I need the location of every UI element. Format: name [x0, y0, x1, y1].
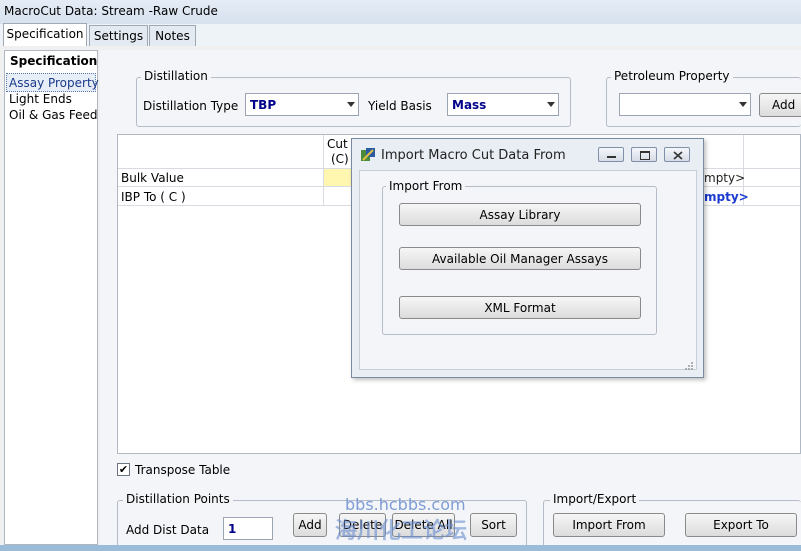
close-icon	[673, 151, 683, 160]
maximize-button[interactable]	[631, 147, 657, 162]
sort-dist-button[interactable]: Sort	[470, 513, 517, 537]
dist-points-label: Distillation Points	[123, 492, 233, 506]
window-title: MacroCut Data: Stream -Raw Crude	[4, 4, 218, 18]
import-export-label: Import/Export	[550, 492, 640, 506]
assay-library-button[interactable]: Assay Library	[399, 203, 641, 226]
yield-basis-value: Mass	[452, 98, 487, 112]
yield-basis-select[interactable]: Mass	[447, 93, 559, 116]
tab-notes[interactable]: Notes	[149, 25, 196, 46]
bottom-border	[0, 545, 801, 551]
watermark-forum-name: 海川化工论坛	[335, 519, 468, 544]
transpose-label: Transpose Table	[135, 463, 231, 477]
table-cell-empty[interactable]: mpty>	[704, 171, 745, 185]
transpose-checkbox[interactable]: ✔	[117, 463, 130, 476]
petroleum-add-button[interactable]: Add	[759, 93, 801, 117]
oil-manager-assays-button[interactable]: Available Oil Manager Assays	[399, 247, 641, 270]
dialog-title: Import Macro Cut Data From	[381, 148, 566, 163]
sidebar-item-oil-gas-feed[interactable]: Oil & Gas Feed	[9, 108, 97, 122]
window-title-bar: MacroCut Data: Stream -Raw Crude	[0, 0, 801, 24]
table-row-label: IBP To ( C )	[121, 190, 186, 204]
table-cell-selected[interactable]	[324, 169, 352, 186]
add-dist-data-value: 1	[228, 522, 237, 536]
table-cell-empty[interactable]: mpty>	[704, 190, 749, 204]
tab-specification[interactable]: Specification	[3, 23, 87, 46]
app-icon	[360, 147, 376, 163]
export-to-button[interactable]: Export To	[685, 513, 797, 537]
maximize-icon	[640, 151, 650, 160]
tab-settings[interactable]: Settings	[89, 25, 148, 46]
import-from-label: Import From	[386, 179, 466, 193]
sidebar-item-assay-property[interactable]: Assay Property	[9, 76, 99, 90]
distillation-group-label: Distillation	[141, 69, 211, 83]
petroleum-property-select[interactable]	[619, 93, 751, 116]
column-header-cut: Cut	[327, 137, 348, 151]
distillation-type-value: TBP	[250, 98, 277, 112]
watermark-url: bbs.hcbbs.com	[345, 495, 466, 514]
add-dist-data-label: Add Dist Data	[126, 523, 210, 537]
yield-basis-label: Yield Basis	[368, 99, 432, 113]
resize-grip-icon[interactable]	[684, 360, 694, 370]
close-button[interactable]	[664, 147, 690, 162]
sidebar-item-light-ends[interactable]: Light Ends	[9, 92, 72, 106]
add-dist-data-input[interactable]: 1	[223, 517, 273, 540]
sidebar	[4, 50, 98, 545]
chevron-down-icon	[547, 102, 555, 107]
minimize-button[interactable]	[598, 147, 624, 162]
import-from-button[interactable]: Import From	[553, 513, 665, 537]
sidebar-title: Specification	[10, 54, 98, 68]
table-row-label: Bulk Value	[121, 171, 184, 185]
xml-format-button[interactable]: XML Format	[399, 296, 641, 319]
petroleum-group-label: Petroleum Property	[611, 69, 733, 83]
minimize-icon	[607, 156, 616, 158]
chevron-down-icon	[347, 102, 355, 107]
distillation-type-label: Distillation Type	[143, 99, 239, 113]
column-header-unit: (C)	[331, 152, 349, 166]
chevron-down-icon	[739, 102, 747, 107]
distillation-type-select[interactable]: TBP	[245, 93, 359, 116]
add-dist-button[interactable]: Add	[293, 513, 327, 537]
